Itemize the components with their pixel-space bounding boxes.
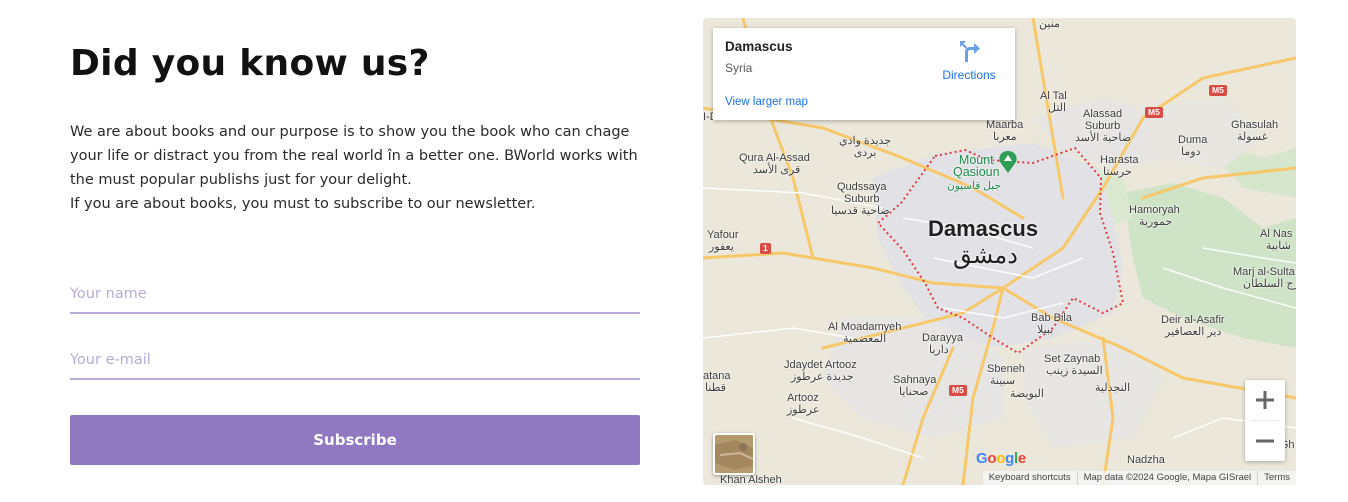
- zoom-out-button[interactable]: [1245, 421, 1285, 461]
- directions-icon: [960, 41, 980, 62]
- al-bweida-label: البويضة: [1010, 388, 1044, 400]
- qudssaya-suburb-label-ar: ضاحية قدسيا: [831, 205, 890, 217]
- description-paragraph-1: We are about books and our purpose is to…: [70, 124, 638, 188]
- ghasulah-label-ar: غسولة: [1237, 131, 1268, 143]
- mount-qasioun-label: Mount Qasioun: [953, 153, 1000, 179]
- plus-icon: [1256, 391, 1274, 409]
- duma-label: Duma: [1178, 134, 1208, 146]
- babbila-label-ar: ببيلا: [1037, 324, 1054, 336]
- intro-section: Did you know us? We are about books and …: [70, 40, 640, 216]
- map-attribution-bar: Keyboard shortcuts Map data ©2024 Google…: [982, 471, 1296, 485]
- harasta-label: Harasta: [1100, 154, 1139, 166]
- place-info-card: Damascus Syria View larger map Direction…: [713, 28, 1015, 120]
- nadzha-label: Nadzha: [1127, 454, 1165, 466]
- satellite-thumbnail-icon: [715, 435, 753, 473]
- qudssaya-suburb-label: Qudssaya Suburb: [837, 181, 887, 205]
- name-input[interactable]: [70, 276, 640, 314]
- m5-shield-right: M5: [1145, 107, 1163, 118]
- deir-al-asafir-label: Deir al-Asafir: [1161, 314, 1225, 326]
- maarba-label-ar: معربا: [993, 131, 1017, 143]
- al-tal-label-ar: التل: [1048, 102, 1067, 114]
- email-input[interactable]: [70, 342, 640, 380]
- alassad-suburb-label-ar: ضاحية الأسد: [1075, 132, 1132, 144]
- google-logo: Google: [976, 450, 1026, 467]
- artooz-label: Artooz: [787, 392, 819, 404]
- mount-qasioun-label-ar: جبل قاسيون: [947, 180, 1001, 192]
- al-moadamyeh-label-ar: المعضمية: [843, 333, 887, 345]
- artooz-label-ar: عرطوز: [787, 404, 820, 416]
- sahnaya-label: Sahnaya: [893, 374, 937, 386]
- set-zaynab-label: Set Zaynab: [1044, 353, 1101, 365]
- page-title: Did you know us?: [70, 43, 430, 84]
- place-region: Syria: [725, 61, 753, 75]
- alassad-suburb-label: Alassad Suburb: [1083, 108, 1123, 132]
- qura-al-assad-label: Qura Al-Assad: [739, 152, 810, 164]
- babbila-label: Bab Bila: [1031, 312, 1072, 324]
- m5-shield-bottom: M5: [949, 385, 967, 396]
- terms-link[interactable]: Terms: [1257, 471, 1296, 485]
- mnin-label: منين: [1039, 18, 1060, 30]
- view-larger-map-link[interactable]: View larger map: [725, 96, 808, 108]
- yafour-label-ar: يعفور: [709, 241, 734, 253]
- map-data-credit: Map data ©2024 Google, Mapa GISrael: [1076, 471, 1258, 485]
- al-hajira-label: النجدلية: [1095, 382, 1131, 394]
- qatana-label: atana: [703, 370, 731, 382]
- deir-al-asafir-label-ar: دير العصافير: [1165, 326, 1222, 338]
- jdaydet-artooz-label-ar: جديدة عرطوز: [791, 371, 854, 383]
- intro-description: We are about books and our purpose is to…: [70, 120, 640, 216]
- ghasulah-label: Ghasulah: [1231, 119, 1279, 131]
- al-nashabiyah-label: Al Nas: [1260, 228, 1293, 240]
- darayya-label-ar: داريا: [929, 344, 949, 356]
- qura-al-assad-label-ar: قرى الأسد: [753, 164, 801, 176]
- sahnaya-label-ar: صحنايا: [899, 386, 929, 398]
- al-tal-label: Al Tal: [1040, 90, 1067, 102]
- duma-label-ar: دوما: [1181, 146, 1201, 158]
- hamoryah-label: Hamoryah: [1129, 204, 1180, 216]
- harasta-label-ar: حرستا: [1103, 166, 1132, 178]
- city-label-arabic: دمشق: [953, 242, 1018, 269]
- city-label: Damascus: [928, 216, 1039, 241]
- maarba-label: Maarba: [986, 119, 1024, 131]
- zoom-in-button[interactable]: [1245, 380, 1285, 420]
- keyboard-shortcuts-link[interactable]: Keyboard shortcuts: [983, 471, 1077, 485]
- place-name: Damascus: [725, 39, 793, 54]
- satellite-toggle[interactable]: [713, 433, 755, 475]
- hamoryah-label-ar: حمورية: [1139, 216, 1173, 228]
- yafour-label: Yafour: [707, 229, 739, 241]
- map-embed[interactable]: Damascus دمشق Mount Qasioun جبل قاسيون A…: [703, 18, 1296, 485]
- description-paragraph-2: If you are about books, you must to subs…: [70, 196, 536, 212]
- marj-al-sultan-label-ar: رج السلطان: [1243, 278, 1296, 290]
- set-zaynab-label-ar: السيدة زينب: [1046, 365, 1103, 377]
- darayya-label: Darayya: [922, 332, 963, 344]
- minus-icon: [1256, 439, 1274, 443]
- sbeneh-label: Sbeneh: [987, 363, 1025, 375]
- al-nashabiyah-label-ar: شابية: [1266, 240, 1291, 252]
- marj-al-sultan-label: Marj al-Sulta: [1233, 266, 1295, 278]
- qatana-label-ar: قطنا: [705, 382, 726, 394]
- jdaydet-artooz-label: Jdaydet Artooz: [784, 359, 857, 371]
- zoom-control: [1245, 380, 1285, 461]
- subscribe-button[interactable]: Subscribe: [70, 415, 640, 465]
- khan-alsheh-label: Khan Alsheh: [720, 474, 782, 485]
- sbeneh-label-ar: سبينة: [990, 375, 1016, 387]
- route-1-shield: 1: [760, 243, 771, 254]
- m5-shield-top: M5: [1209, 85, 1227, 96]
- jdeidet-wadi-label: جديدة وادي بردى: [839, 135, 892, 159]
- directions-button[interactable]: Directions: [935, 38, 1003, 82]
- directions-label: Directions: [942, 68, 996, 82]
- al-moadamyeh-label: Al Moadamyeh: [828, 321, 902, 333]
